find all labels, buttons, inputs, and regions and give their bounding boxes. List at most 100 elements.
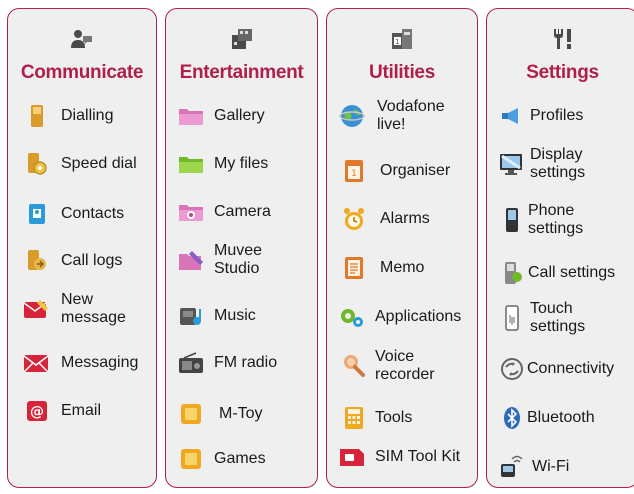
menu-item-messaging[interactable]: Messaging <box>8 341 156 385</box>
menu-item-dialling[interactable]: Dialling <box>8 94 156 138</box>
phone-settings-icon <box>499 207 525 233</box>
utilities-panel: 1 Utilities Vodafone live! 1 Organiser A… <box>326 8 478 488</box>
menu-item-call-settings[interactable]: Call settings <box>487 251 634 295</box>
menu-item-label: FM radio <box>214 354 278 371</box>
menu-item-label: Gallery <box>214 107 265 124</box>
menu-item-label: M-Toy <box>219 405 263 422</box>
menu-item-gallery[interactable]: Gallery <box>166 94 317 138</box>
menu-item-label: Contacts <box>61 205 125 222</box>
menu-item-label: Email <box>61 402 102 419</box>
calendar-icon: 1 <box>341 158 367 184</box>
menu-item-label: Alarms <box>380 210 430 227</box>
menu-item-label: Speed dial <box>61 155 137 172</box>
menu-item-label: Music <box>214 307 256 324</box>
menu-item-label: Applications <box>375 308 462 325</box>
menu-item-label: New message <box>61 291 126 326</box>
menu-item-m-toy[interactable]: M-Toy <box>166 392 317 436</box>
communicate-header-icon <box>70 27 94 51</box>
settings-title: Settings <box>526 62 599 83</box>
menu-item-label: Tools <box>375 409 413 426</box>
music-icon <box>178 303 204 329</box>
menu-item-label: Wi-Fi <box>532 458 570 475</box>
svg-text:1: 1 <box>351 169 357 179</box>
messaging-icon <box>23 350 49 376</box>
folder-green-icon <box>178 151 204 177</box>
utilities-header-icon: 1 <box>390 27 414 51</box>
menu-item-label: Games <box>214 450 266 467</box>
memo-icon <box>341 255 367 281</box>
menu-item-sim-tool-kit[interactable]: SIM Tool Kit <box>327 435 477 479</box>
menu-item-tools[interactable]: Tools <box>327 396 477 440</box>
touch-icon <box>499 305 525 331</box>
call-logs-icon <box>24 248 50 274</box>
call-settings-icon <box>499 260 525 286</box>
menu-item-label: Profiles <box>530 107 584 124</box>
menu-item-wi-fi[interactable]: Wi-Fi <box>487 445 634 489</box>
globe-icon <box>339 103 365 129</box>
wifi-icon <box>499 454 525 480</box>
menu-item-applications[interactable]: Applications <box>327 295 477 339</box>
menu-item-label: Display settings <box>530 146 586 181</box>
folder-pink-icon <box>178 103 204 129</box>
camera-folder-icon <box>178 199 204 225</box>
communicate-title: Communicate <box>20 62 144 83</box>
microphone-icon <box>340 353 366 379</box>
menu-item-label: Bluetooth <box>527 409 595 426</box>
communicate-panel: Communicate Dialling Speed dial Contacts… <box>7 8 157 488</box>
menu-item-games[interactable]: Games <box>166 437 317 481</box>
sim-card-icon <box>339 444 365 470</box>
menu-item-camera[interactable]: Camera <box>166 190 317 234</box>
speaker-icon <box>499 103 525 129</box>
alarm-clock-icon <box>341 206 367 232</box>
menu-item-muvee-studio[interactable]: Muvee Studio <box>166 238 317 282</box>
menu-item-speed-dial[interactable]: Speed dial <box>8 142 156 186</box>
menu-item-label: Organiser <box>380 162 451 179</box>
menu-item-bluetooth[interactable]: Bluetooth <box>487 396 634 440</box>
menu-item-label: Dialling <box>61 107 114 124</box>
menu-item-vodafone-live[interactable]: Vodafone live! <box>327 94 477 138</box>
new-message-icon <box>23 296 49 322</box>
games-icon <box>178 446 204 472</box>
menu-item-connectivity[interactable]: Connectivity <box>487 347 634 391</box>
menu-item-label: Messaging <box>61 354 139 371</box>
menu-item-label: Vodafone live! <box>377 98 445 133</box>
svg-text:1: 1 <box>395 38 399 46</box>
menu-item-label: Phone settings <box>528 202 584 237</box>
menu-item-label: SIM Tool Kit <box>375 448 461 465</box>
menu-item-organiser[interactable]: 1 Organiser <box>327 149 477 193</box>
menu-item-call-logs[interactable]: Call logs <box>8 239 156 283</box>
menu-item-display-settings[interactable]: Display settings <box>487 142 634 186</box>
menu-item-label: Call settings <box>528 264 616 281</box>
entertainment-title: Entertainment <box>179 62 304 83</box>
menu-item-email[interactable]: @ Email <box>8 389 156 433</box>
menu-item-profiles[interactable]: Profiles <box>487 94 634 138</box>
contacts-icon <box>24 201 50 227</box>
menu-item-label: Call logs <box>61 252 123 269</box>
menu-item-new-message[interactable]: New message <box>8 287 156 331</box>
menu-item-touch-settings[interactable]: Touch settings <box>487 296 634 340</box>
entertainment-panel: Entertainment Gallery My files Camera Mu… <box>165 8 318 488</box>
menu-item-fm-radio[interactable]: FM radio <box>166 341 317 385</box>
menu-item-memo[interactable]: Memo <box>327 246 477 290</box>
phone-icon <box>24 103 50 129</box>
menu-item-label: Voice recorder <box>375 348 435 383</box>
email-icon: @ <box>24 398 50 424</box>
menu-item-voice-recorder[interactable]: Voice recorder <box>327 344 477 388</box>
menu-item-contacts[interactable]: Contacts <box>8 192 156 236</box>
bluetooth-icon <box>499 405 525 431</box>
display-icon <box>499 151 525 177</box>
svg-text:@: @ <box>30 404 44 420</box>
m-toy-icon <box>178 401 204 427</box>
menu-item-phone-settings[interactable]: Phone settings <box>487 198 634 242</box>
connectivity-icon <box>499 356 525 382</box>
menu-item-label: Touch settings <box>530 300 586 335</box>
entertainment-header-icon <box>230 27 254 51</box>
menu-item-label: Muvee Studio <box>214 242 263 277</box>
menu-item-alarms[interactable]: Alarms <box>327 197 477 241</box>
menu-item-label: Connectivity <box>527 360 615 377</box>
menu-item-label: Memo <box>380 259 425 276</box>
speed-dial-icon <box>24 151 50 177</box>
menu-item-my-files[interactable]: My files <box>166 142 317 186</box>
menu-item-music[interactable]: Music <box>166 294 317 338</box>
gears-icon <box>339 304 365 330</box>
